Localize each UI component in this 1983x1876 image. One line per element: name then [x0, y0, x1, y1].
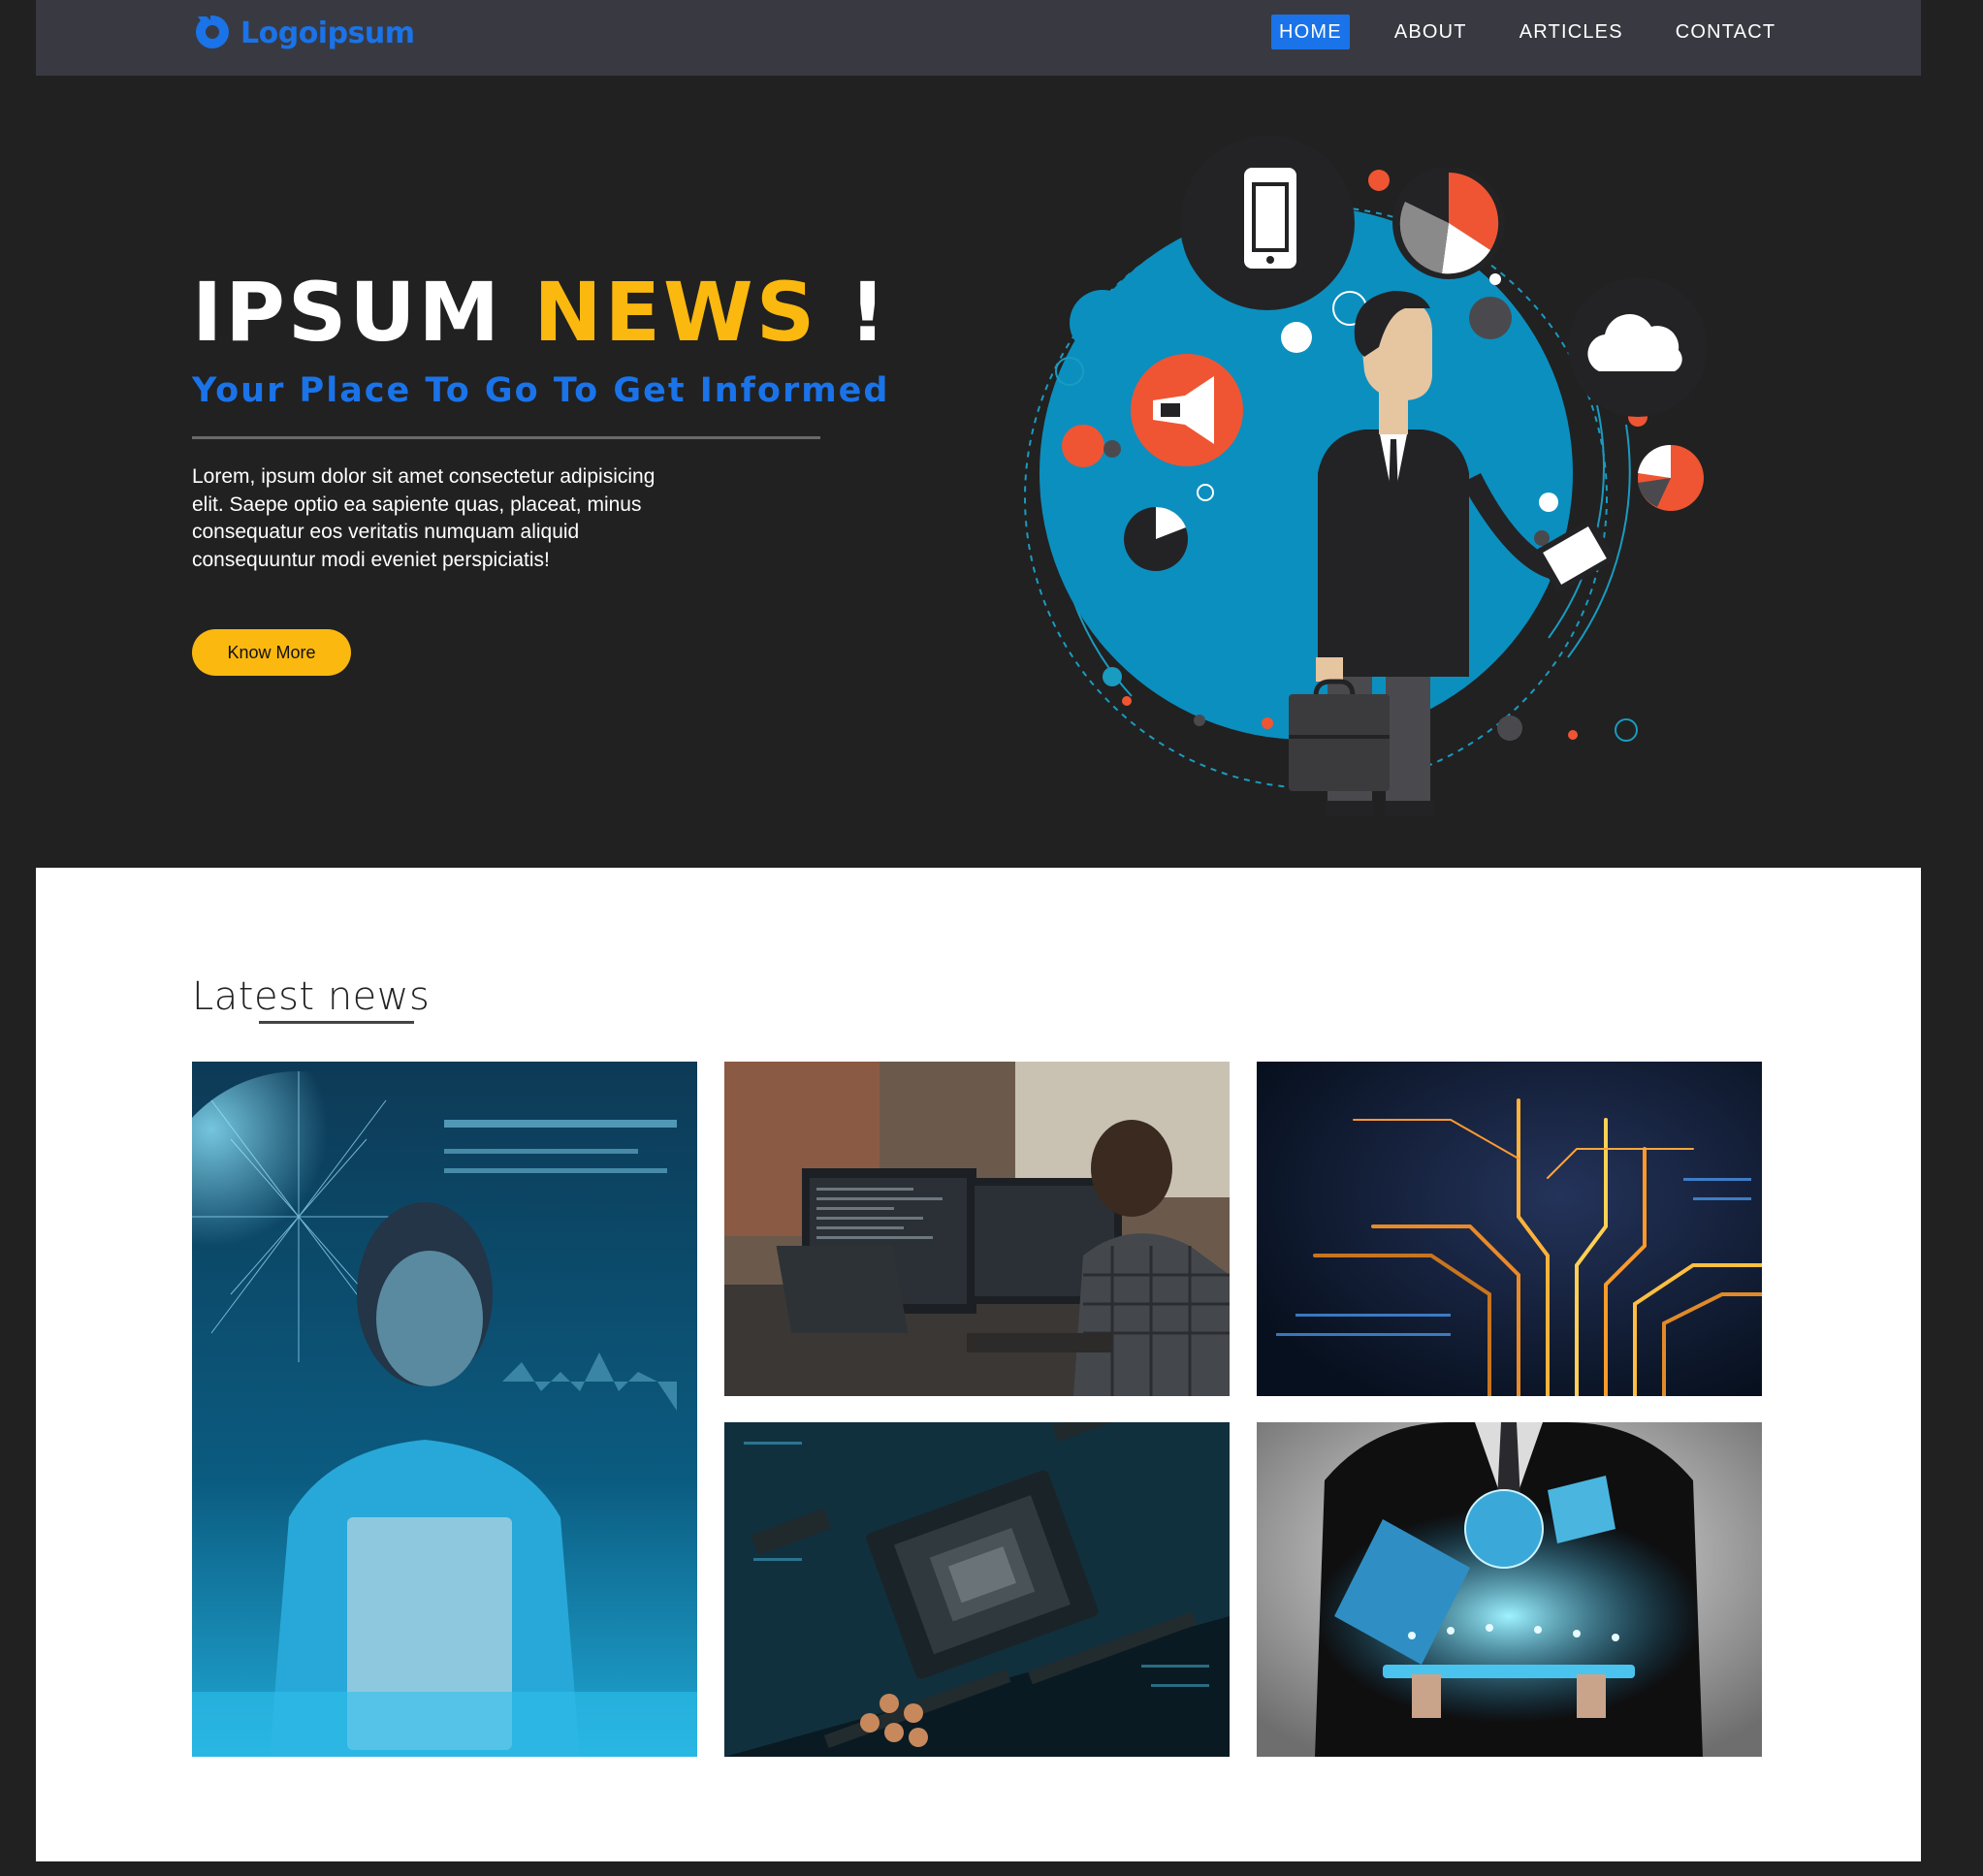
- logo[interactable]: Logoipsum: [192, 12, 415, 54]
- news-image-motherboard[interactable]: [724, 1422, 1230, 1757]
- news-heading: Latest news: [192, 974, 431, 1019]
- news-heading-underline: [259, 1021, 414, 1024]
- hero-divider: [192, 436, 820, 439]
- hero-description: Lorem, ipsum dolor sit amet consectetur …: [192, 465, 656, 571]
- navbar: Logoipsum HOME ABOUT ARTICLES CONTACT: [36, 0, 1921, 76]
- nav-item-contact[interactable]: CONTACT: [1668, 15, 1784, 49]
- page-frame: Logoipsum HOME ABOUT ARTICLES CONTACT IP…: [36, 0, 1921, 1861]
- hero-title-accent: NEWS: [533, 265, 818, 360]
- hero-title-end: !: [817, 265, 889, 360]
- nav-item-about[interactable]: ABOUT: [1387, 15, 1475, 49]
- know-more-button[interactable]: Know More: [192, 629, 351, 676]
- latest-news-section: Latest news: [36, 868, 1921, 1861]
- hero-title-main: IPSUM: [192, 265, 534, 360]
- hero-subtitle: Your Place To Go To Get Informed: [192, 371, 890, 410]
- news-image-businessman-tablet[interactable]: [1257, 1422, 1762, 1757]
- news-image-tech-analyst[interactable]: [192, 1062, 697, 1757]
- hero-illustration: [1006, 114, 1781, 832]
- news-image-programmer[interactable]: [724, 1062, 1230, 1396]
- hero-section: IPSUM NEWS ! Your Place To Go To Get Inf…: [36, 76, 1921, 868]
- logo-text: Logoipsum: [240, 16, 415, 50]
- nav-item-articles[interactable]: ARTICLES: [1512, 15, 1631, 49]
- logo-icon: [192, 11, 233, 56]
- nav-item-home[interactable]: HOME: [1271, 15, 1350, 49]
- news-image-circuit-board[interactable]: [1257, 1062, 1762, 1396]
- hero-title: IPSUM NEWS !: [192, 265, 889, 360]
- nav-links: HOME ABOUT ARTICLES CONTACT: [1271, 15, 1783, 49]
